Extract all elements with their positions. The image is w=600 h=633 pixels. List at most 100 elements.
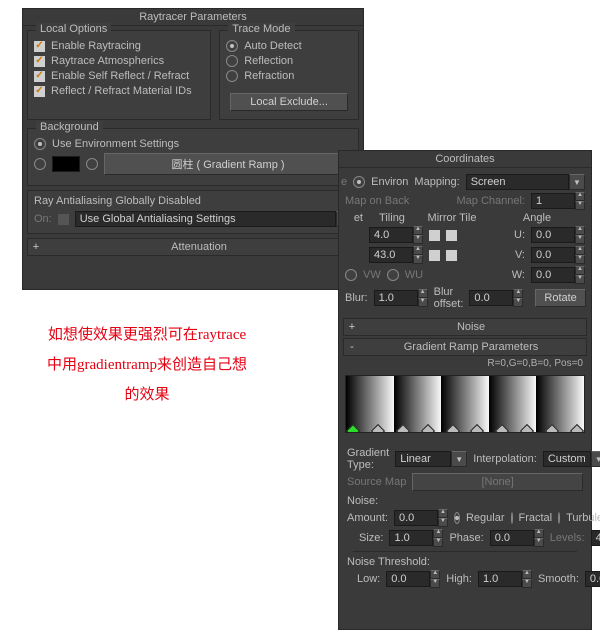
noise-section-lbl: Noise:: [347, 495, 583, 507]
grad-marker-7[interactable]: [520, 424, 534, 433]
gradient-preview[interactable]: [345, 375, 585, 433]
lbl-u: U:: [514, 229, 525, 241]
angle-v-spinner[interactable]: 0.0▲▼: [531, 246, 585, 264]
lbl-offset: et: [345, 212, 363, 224]
bg-color-swatch[interactable]: [52, 156, 80, 172]
map-channel-val: 1: [531, 193, 575, 209]
rotate-button[interactable]: Rotate: [535, 289, 585, 307]
grad-type-dropdown[interactable]: Linear▼: [395, 451, 467, 467]
chevron-down-icon[interactable]: ▼: [451, 451, 467, 467]
grad-marker-9[interactable]: [570, 424, 584, 433]
cb-tile-u[interactable]: [446, 230, 457, 241]
lbl-high: High:: [446, 573, 472, 585]
interp-dropdown[interactable]: Custom▼: [543, 451, 600, 467]
lbl-blur: Blur:: [345, 292, 368, 304]
noise-bar[interactable]: + Noise: [343, 318, 587, 336]
lbl-auto-detect: Auto Detect: [244, 40, 301, 52]
high-spinner[interactable]: 1.0▲▼: [478, 570, 532, 588]
lbl-vw: VW: [363, 269, 381, 281]
grad-marker-8[interactable]: [545, 424, 559, 433]
lbl-phase: Phase:: [449, 532, 483, 544]
annotation-l3: 的效果: [22, 380, 272, 410]
cb-reflect-ids[interactable]: [34, 86, 45, 97]
lbl-reflect-ids: Reflect / Refract Material IDs: [51, 85, 192, 97]
chevron-down-icon[interactable]: ▼: [591, 451, 600, 467]
interp-val: Custom: [543, 451, 591, 467]
grad-marker-0[interactable]: [346, 424, 360, 433]
tiling-u-spinner[interactable]: 4.0▲▼: [369, 226, 423, 244]
blur-val: 1.0: [374, 290, 418, 306]
lbl-mirror-tile: Mirror Tile: [421, 212, 483, 224]
lbl-wu: WU: [405, 269, 423, 281]
trace-mode-title: Trace Mode: [228, 23, 294, 35]
grad-marker-6[interactable]: [495, 424, 509, 433]
local-exclude-button[interactable]: Local Exclude...: [230, 93, 348, 111]
attenuation-bar[interactable]: + Attenuation: [27, 238, 359, 256]
low-spinner[interactable]: 0.0▲▼: [386, 570, 440, 588]
lbl-use-env: Use Environment Settings: [52, 138, 179, 150]
lbl-reflection: Reflection: [244, 55, 293, 67]
radio-regular[interactable]: [454, 512, 460, 524]
levels-spinner: 4.0▲▼: [591, 529, 600, 547]
chevron-down-icon[interactable]: ▼: [569, 174, 585, 190]
plus-icon: +: [30, 241, 42, 253]
grad-info: R=0,G=0,B=0, Pos=0: [347, 358, 583, 369]
grad-type-val: Linear: [395, 451, 451, 467]
angle-w-spinner[interactable]: 0.0▲▼: [531, 266, 585, 284]
levels-val: 4.0: [591, 530, 600, 546]
radio-fractal[interactable]: [511, 512, 513, 524]
coords-title: Coordinates: [339, 151, 591, 168]
coords-body: e Environ Mapping: Screen ▼ Map on Back …: [339, 168, 591, 316]
mapping-dropdown[interactable]: Screen ▼: [466, 174, 585, 190]
phase-spinner[interactable]: 0.0▲▼: [490, 529, 544, 547]
cb-mirror-u[interactable]: [429, 230, 440, 241]
radio-vw[interactable]: [345, 269, 357, 281]
amount-spinner[interactable]: 0.0▲▼: [394, 509, 448, 527]
lbl-w: W:: [512, 269, 525, 281]
lbl-refraction: Refraction: [244, 70, 294, 82]
cb-raytrace-atmos[interactable]: [34, 56, 45, 67]
angle-u: 0.0: [531, 227, 575, 243]
radio-auto-detect[interactable]: [226, 40, 238, 52]
size-spinner[interactable]: 1.0▲▼: [389, 529, 443, 547]
source-map-button[interactable]: [None]: [412, 473, 583, 491]
grad-marker-5[interactable]: [470, 424, 484, 433]
map-channel-spinner[interactable]: 1▲▼: [531, 192, 585, 210]
bg-map-button[interactable]: 圆柱 ( Gradient Ramp ): [104, 153, 352, 175]
grad-marker-2[interactable]: [396, 424, 410, 433]
radio-reflection[interactable]: [226, 55, 238, 67]
radio-bg-map[interactable]: [86, 158, 98, 170]
radio-use-env[interactable]: [34, 138, 46, 150]
cb-enable-self[interactable]: [34, 71, 45, 82]
radio-turb[interactable]: [558, 512, 560, 524]
plus-icon: +: [346, 321, 358, 333]
angle-u-spinner[interactable]: 0.0▲▼: [531, 226, 585, 244]
grad-body: Gradient Type: Linear▼ Interpolation: Cu…: [339, 439, 591, 596]
lbl-mapping: Mapping:: [414, 176, 459, 188]
grad-marker-1[interactable]: [371, 424, 385, 433]
blur-spinner[interactable]: 1.0▲▼: [374, 289, 428, 307]
lbl-amount: Amount:: [347, 512, 388, 524]
radio-refraction[interactable]: [226, 70, 238, 82]
lbl-regular: Regular: [466, 512, 505, 524]
antialias-group: Ray Antialiasing Globally Disabled On: U…: [27, 190, 359, 234]
radio-bg-color[interactable]: [34, 158, 46, 170]
blur-off-spinner[interactable]: 0.0▲▼: [469, 289, 523, 307]
grad-title: Gradient Ramp Parameters: [358, 341, 584, 353]
cb-tile-v[interactable]: [446, 250, 457, 261]
tiling-v-spinner[interactable]: 43.0▲▼: [369, 246, 423, 264]
smooth-spinner[interactable]: 0.0▲▼: [585, 570, 600, 588]
grad-bar[interactable]: - Gradient Ramp Parameters: [343, 338, 587, 356]
radio-wu[interactable]: [387, 269, 399, 281]
radio-environ[interactable]: [353, 176, 365, 188]
annotation-l1: 如想使效果更强烈可在raytrace: [22, 320, 272, 350]
cb-enable-raytracing[interactable]: [34, 41, 45, 52]
lbl-fractal: Fractal: [519, 512, 553, 524]
grad-marker-3[interactable]: [421, 424, 435, 433]
cb-mirror-v[interactable]: [429, 250, 440, 261]
mapping-val: Screen: [466, 174, 569, 190]
grad-marker-4[interactable]: [445, 424, 459, 433]
antialias-on-lbl: On:: [34, 213, 52, 225]
lbl-map-channel: Map Channel:: [457, 195, 526, 207]
lbl-thresh: Noise Threshold:: [347, 556, 583, 568]
